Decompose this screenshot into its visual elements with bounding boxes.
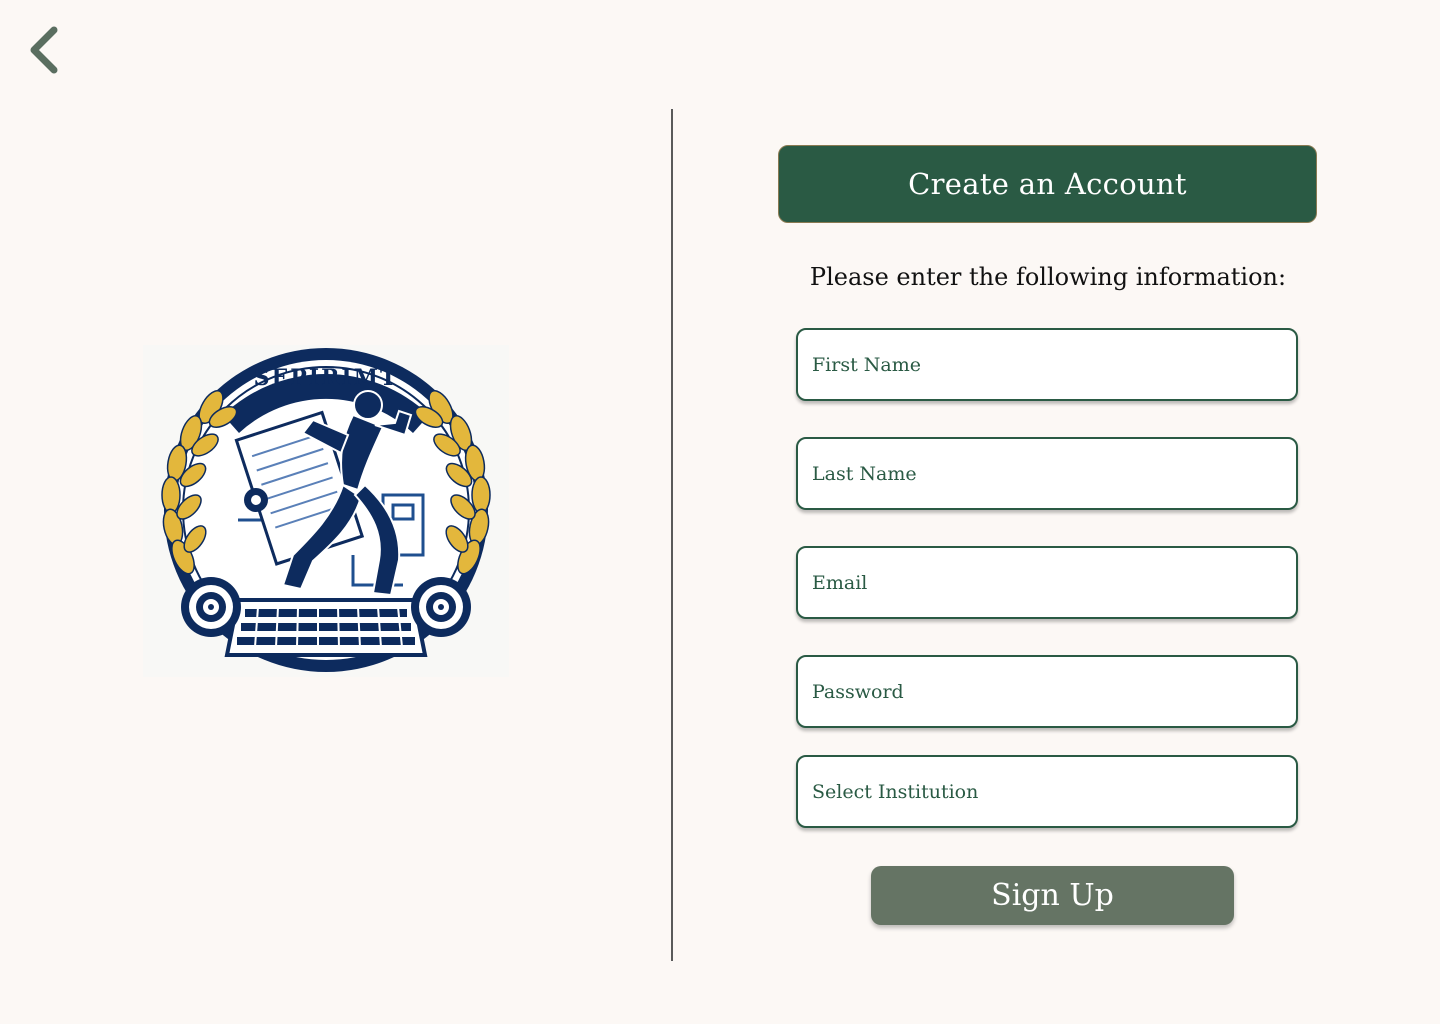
- chevron-left-icon: [30, 26, 58, 74]
- page-title: Create an Account: [778, 145, 1317, 223]
- svg-text:SEPIRIMT: SEPIRIMT: [254, 365, 399, 391]
- institution-select[interactable]: Select Institution: [796, 755, 1298, 828]
- last-name-field[interactable]: [796, 437, 1298, 510]
- form-instructions: Please enter the following information:: [809, 263, 1287, 291]
- first-name-field[interactable]: [796, 328, 1298, 401]
- sign-up-button[interactable]: Sign Up: [871, 866, 1234, 925]
- email-field[interactable]: [796, 546, 1298, 619]
- brand-logo: SEPIRIMT: [143, 345, 509, 677]
- back-button[interactable]: [24, 22, 68, 78]
- vertical-divider: [671, 109, 673, 961]
- emblem-logo-icon: SEPIRIMT: [143, 345, 509, 677]
- institution-select-label: Select Institution: [812, 780, 979, 803]
- password-field[interactable]: [796, 655, 1298, 728]
